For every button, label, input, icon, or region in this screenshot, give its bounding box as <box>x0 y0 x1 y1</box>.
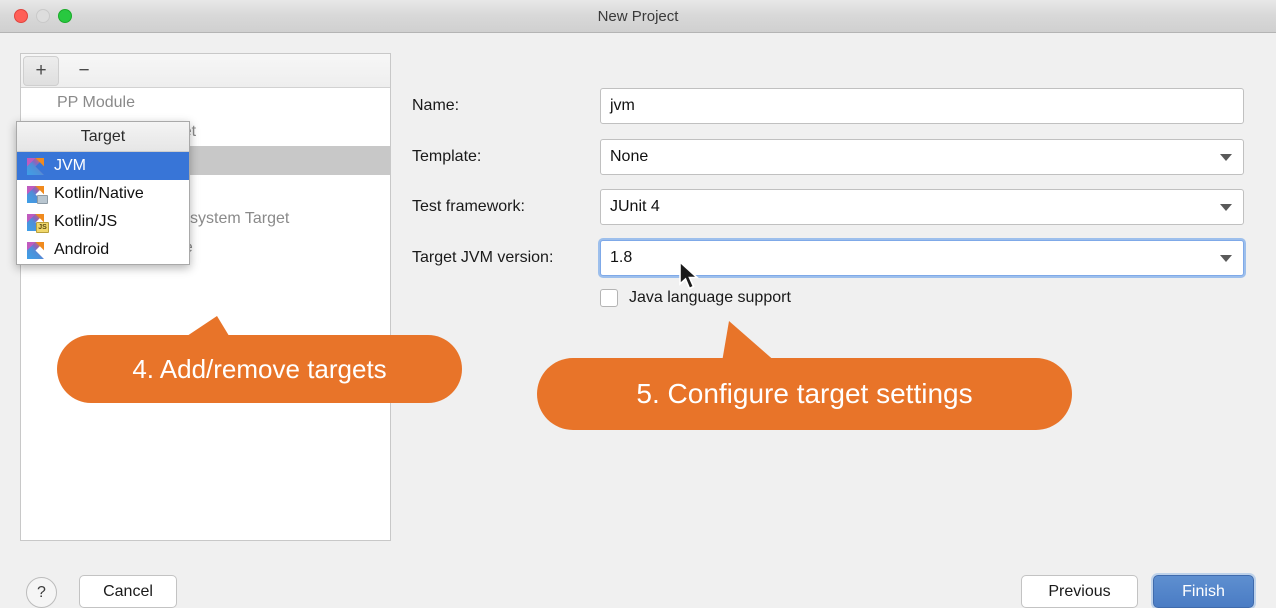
popup-item-icon <box>27 158 49 175</box>
form-label: Test framework: <box>412 189 525 225</box>
popup-item-label: JVM <box>54 157 86 175</box>
previous-button[interactable]: Previous <box>1021 575 1138 608</box>
popup-item-label: Kotlin/JS <box>54 213 117 231</box>
form-row: Template: None <box>412 139 1252 175</box>
form-input-0[interactable]: jvm <box>600 88 1244 124</box>
remove-target-button[interactable]: − <box>66 56 102 86</box>
form-label: Template: <box>412 139 481 175</box>
tree-row[interactable]: PP Module <box>21 88 390 117</box>
kotlin-js-icon: JS <box>27 214 44 231</box>
popup-menu-item-kotlin-js[interactable]: JS Kotlin/JS <box>17 208 189 236</box>
form-value: 1.8 <box>610 249 632 266</box>
popup-menu-item-kotlin-native[interactable]: Kotlin/Native <box>17 180 189 208</box>
form-value: JUnit 4 <box>610 198 660 215</box>
form-label: Target JVM version: <box>412 240 553 276</box>
java-language-support-label: Java language support <box>629 289 791 307</box>
form-row: Name: jvm <box>412 88 1252 124</box>
popup-menu-item-android[interactable]: Android <box>17 236 189 264</box>
form-row: Target JVM version: 1.8 <box>412 240 1252 276</box>
cancel-button[interactable]: Cancel <box>79 575 177 608</box>
form-select-1[interactable]: None <box>600 139 1244 175</box>
window-title: New Project <box>0 0 1276 33</box>
java-language-support-checkbox[interactable] <box>600 289 618 307</box>
popup-item-icon <box>27 186 49 203</box>
chevron-down-icon[interactable] <box>1220 154 1232 161</box>
help-button[interactable]: ? <box>26 577 57 608</box>
popup-item-label: Kotlin/Native <box>54 185 144 203</box>
popup-item-icon <box>27 242 49 259</box>
new-project-dialog: + − PP ModuleonCommon TargetM Targetwser… <box>0 33 1276 598</box>
chevron-down-icon[interactable] <box>1220 204 1232 211</box>
popup-item-icon: JS <box>27 214 49 231</box>
form-label: Name: <box>412 88 459 124</box>
popup-header-label: Target <box>17 122 189 152</box>
window-titlebar: New Project <box>0 0 1276 33</box>
chevron-down-icon[interactable] <box>1220 255 1232 262</box>
finish-button[interactable]: Finish <box>1153 575 1254 608</box>
form-value: jvm <box>610 97 635 114</box>
kotlin-icon <box>27 158 44 175</box>
popup-menu-item-jvm[interactable]: JVM <box>17 152 189 180</box>
js-badge-icon: JS <box>36 222 49 233</box>
form-row: Test framework: JUnit 4 <box>412 189 1252 225</box>
popup-item-label: Android <box>54 241 109 259</box>
callout-5-text: 5. Configure target settings <box>537 358 1072 430</box>
form-value: None <box>610 148 648 165</box>
callout-4-text: 4. Add/remove targets <box>57 335 462 403</box>
add-target-button[interactable]: + <box>23 56 59 86</box>
targets-toolbar: + − <box>21 54 390 88</box>
form-select-2[interactable]: JUnit 4 <box>600 189 1244 225</box>
kotlin-native-icon <box>27 186 44 203</box>
tree-row-description: PP Module <box>57 94 135 112</box>
mouse-cursor-icon <box>679 261 701 297</box>
chip-badge-icon <box>37 195 48 204</box>
target-type-popup-menu[interactable]: Target JVM Kotlin/Native JS Kotlin/JS Androi… <box>16 121 190 265</box>
kotlin-icon <box>27 242 44 259</box>
